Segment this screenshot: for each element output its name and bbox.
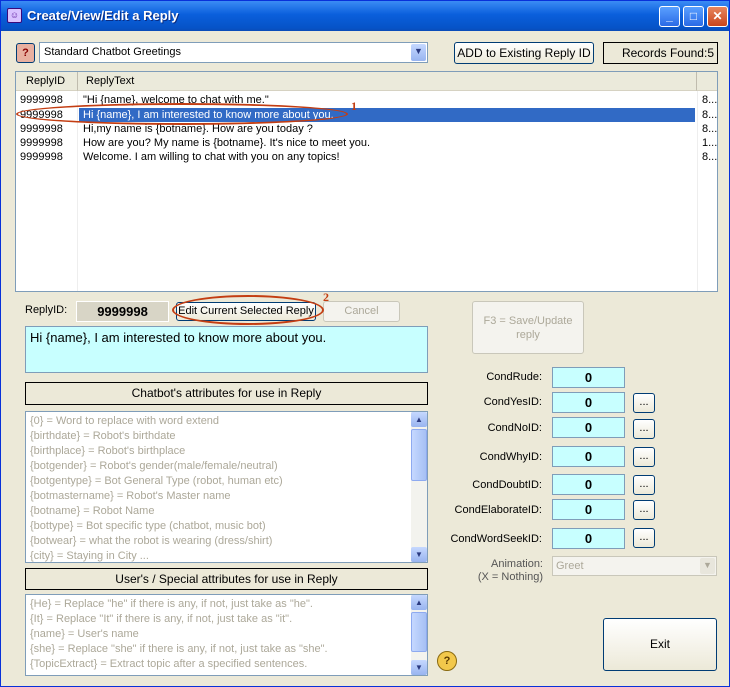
reply-text-input[interactable]: Hi {name}, I am interested to know more … <box>25 326 428 373</box>
cond-elaborate-browse-button[interactable]: ... <box>633 500 655 520</box>
cell-replyid: 9999998 <box>20 94 63 106</box>
add-to-existing-reply-button[interactable]: ADD to Existing Reply ID <box>454 42 594 64</box>
list-item[interactable]: {she} = Replace "she" if there is any, i… <box>26 642 427 657</box>
cancel-button[interactable]: Cancel <box>323 301 400 322</box>
cell-extra: 8... <box>702 123 718 135</box>
category-value: Standard Chatbot Greetings <box>44 46 181 58</box>
cond-wordseek-browse-button[interactable]: ... <box>633 528 655 548</box>
list-item[interactable]: {name} = User's name <box>26 627 427 642</box>
scroll-up-icon[interactable]: ▲ <box>411 595 427 610</box>
list-item[interactable]: {botwear} = what the robot is wearing (d… <box>26 534 427 549</box>
animation-value: Greet <box>556 560 584 572</box>
help-icon[interactable]: ? <box>437 651 457 671</box>
exit-button[interactable]: Exit <box>603 618 717 671</box>
cond-no-field[interactable]: 0 <box>552 417 625 438</box>
app-icon: ☺ <box>7 8 22 23</box>
list-item[interactable]: {botgentype} = Bot General Type (robot, … <box>26 474 427 489</box>
records-found-label: Records Found:5 <box>603 42 718 64</box>
animation-label: Animation: <box>491 558 543 570</box>
scroll-down-icon[interactable]: ▼ <box>411 547 427 562</box>
minimize-button[interactable]: _ <box>659 6 680 27</box>
cell-extra: 8... <box>702 109 718 121</box>
reply-id-value: 9999998 <box>76 301 169 322</box>
cell-replyid: 9999998 <box>20 137 63 149</box>
list-item[interactable]: {birthdate} = Robot's birthdate <box>26 429 427 444</box>
cond-yes-label: CondYesID: <box>483 396 542 408</box>
cond-elaborate-label: CondElaborateID: <box>454 504 542 516</box>
list-item[interactable]: {0} = Word to replace with word extend <box>26 414 427 429</box>
chevron-down-icon[interactable]: ▼ <box>411 44 426 61</box>
list-item[interactable]: {bottype} = Bot specific type (chatbot, … <box>26 519 427 534</box>
annotation-number-2: 2 <box>323 290 329 304</box>
cond-wordseek-field[interactable]: 0 <box>552 528 625 549</box>
help-question-icon[interactable]: ? <box>16 43 35 63</box>
cell-extra: 8... <box>702 151 718 163</box>
reply-editor-window: ☺ Create/View/Edit a Reply _ □ ✕ ? Stand… <box>0 0 730 687</box>
list-item[interactable]: {botmastername} = Robot's Master name <box>26 489 427 504</box>
table-row[interactable]: 9999998 Welcome. I am willing to chat wi… <box>16 150 717 164</box>
cell-extra: 8... <box>702 94 718 106</box>
cond-yes-field[interactable]: 0 <box>552 392 625 413</box>
cond-rude-label: CondRude: <box>486 371 542 383</box>
category-select[interactable]: Standard Chatbot Greetings ▼ <box>39 42 428 63</box>
list-item[interactable]: {botname} = Robot Name <box>26 504 427 519</box>
cell-extra: 1... <box>702 137 718 149</box>
cond-why-browse-button[interactable]: ... <box>633 447 655 467</box>
table-row[interactable]: 9999998 How are you? My name is {botname… <box>16 136 717 150</box>
list-item[interactable]: {botgender} = Robot's gender(male/female… <box>26 459 427 474</box>
user-attributes-list[interactable]: {He} = Replace "he" if there is any, if … <box>25 594 428 676</box>
user-attributes-scrollbar[interactable]: ▲ ▼ <box>411 595 427 675</box>
close-button[interactable]: ✕ <box>707 6 728 27</box>
cond-why-label: CondWhyID: <box>479 451 542 463</box>
chatbot-attributes-title: Chatbot's attributes for use in Reply <box>25 382 428 405</box>
cond-wordseek-label: CondWordSeekID: <box>450 533 542 545</box>
window-title: Create/View/Edit a Reply <box>27 8 179 23</box>
column-header-extra[interactable] <box>697 72 717 91</box>
scroll-thumb[interactable] <box>411 612 427 652</box>
list-item[interactable]: {city} = Staying in City ... <box>26 549 427 562</box>
cond-why-field[interactable]: 0 <box>552 446 625 467</box>
list-item[interactable]: {It} = Replace "It" if there is any, if … <box>26 612 427 627</box>
annotation-ellipse-1 <box>16 103 348 125</box>
animation-sublabel: (X = Nothing) <box>477 571 543 583</box>
cell-replytext: Welcome. I am willing to chat with you o… <box>83 151 340 163</box>
cond-no-browse-button[interactable]: ... <box>633 419 655 439</box>
column-header-replytext[interactable]: ReplyText <box>78 72 697 91</box>
cond-doubt-label: CondDoubtID: <box>472 479 542 491</box>
title-bar[interactable]: ☺ Create/View/Edit a Reply _ □ ✕ <box>1 1 729 31</box>
cell-replyid: 9999998 <box>20 123 63 135</box>
cond-doubt-field[interactable]: 0 <box>552 474 625 495</box>
list-item[interactable]: {birthplace} = Robot's birthplace <box>26 444 427 459</box>
cond-elaborate-field[interactable]: 0 <box>552 499 625 520</box>
annotation-ellipse-2 <box>172 295 324 325</box>
chevron-down-icon[interactable]: ▼ <box>700 558 715 574</box>
maximize-button[interactable]: □ <box>683 6 704 27</box>
list-item[interactable]: {He} = Replace "he" if there is any, if … <box>26 597 427 612</box>
cond-no-label: CondNoID: <box>487 422 542 434</box>
cond-doubt-browse-button[interactable]: ... <box>633 475 655 495</box>
reply-id-label: ReplyID: <box>25 304 68 316</box>
user-attributes-title: User's / Special attributes for use in R… <box>25 568 428 590</box>
cell-replyid: 9999998 <box>20 151 63 163</box>
cond-yes-browse-button[interactable]: ... <box>633 393 655 413</box>
chatbot-attributes-list[interactable]: {0} = Word to replace with word extend {… <box>25 411 428 563</box>
cell-replytext: How are you? My name is {botname}. It's … <box>83 137 371 149</box>
save-update-button[interactable]: F3 = Save/Update reply <box>472 301 584 354</box>
annotation-number-1: 1 <box>351 99 357 113</box>
animation-select[interactable]: Greet ▼ <box>552 556 717 576</box>
list-item[interactable]: {TopicExtract} = Extract topic after a s… <box>26 657 427 672</box>
scroll-down-icon[interactable]: ▼ <box>411 660 427 675</box>
column-header-replyid[interactable]: ReplyID <box>16 72 78 91</box>
cond-rude-field[interactable]: 0 <box>552 367 625 388</box>
